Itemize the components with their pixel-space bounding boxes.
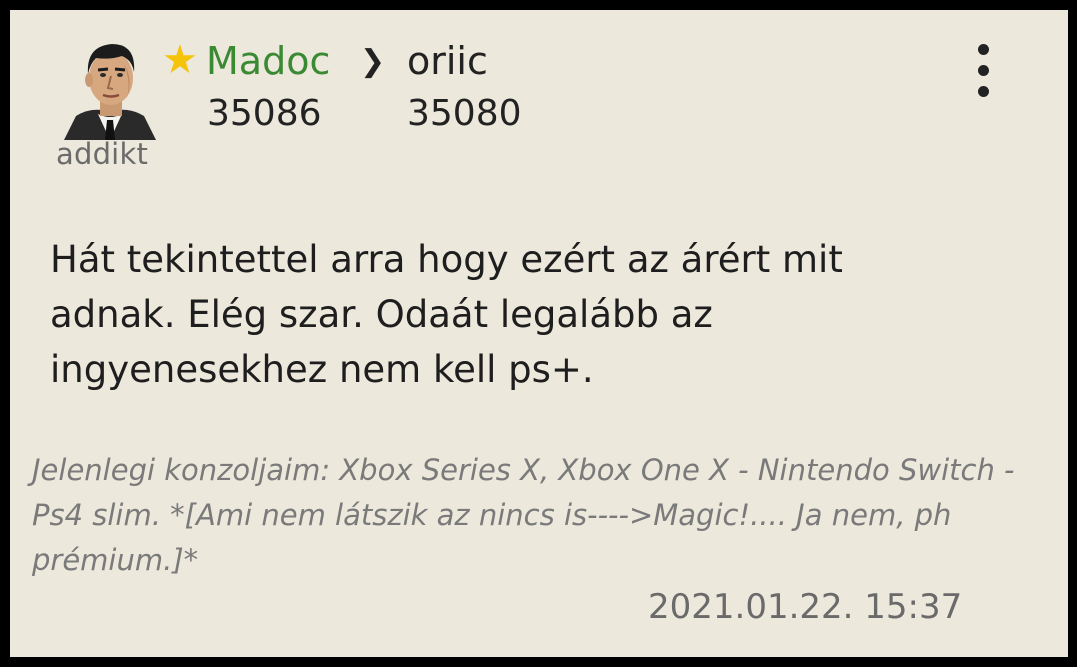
more-vertical-icon bbox=[978, 44, 989, 55]
post-body: Hát tekintettel arra hogy ezért az árért… bbox=[50, 238, 843, 391]
user-avatar[interactable] bbox=[62, 34, 158, 142]
reply-arrow-icon: ❯ bbox=[360, 44, 386, 79]
replied-post-number-link[interactable]: 35080 bbox=[407, 92, 522, 136]
star-icon: ★ bbox=[162, 37, 198, 83]
more-vertical-icon bbox=[978, 86, 989, 97]
author-name-link[interactable]: Madoc bbox=[206, 39, 330, 83]
more-options-button[interactable] bbox=[965, 42, 1001, 100]
avatar-portrait-icon bbox=[64, 44, 156, 140]
more-vertical-icon bbox=[978, 65, 989, 76]
forum-post-card: addikt ★ Madoc ❯ oriic 35086 35080 Hát t… bbox=[10, 10, 1068, 657]
user-signature: Jelenlegi konzoljaim: Xbox Series X, Xbo… bbox=[32, 453, 1015, 577]
reply-to-user-link[interactable]: oriic bbox=[407, 39, 488, 83]
user-rank: addikt bbox=[56, 137, 149, 171]
post-timestamp: 2021.01.22. 15:37 bbox=[648, 587, 963, 627]
post-number-link[interactable]: 35086 bbox=[207, 92, 322, 136]
